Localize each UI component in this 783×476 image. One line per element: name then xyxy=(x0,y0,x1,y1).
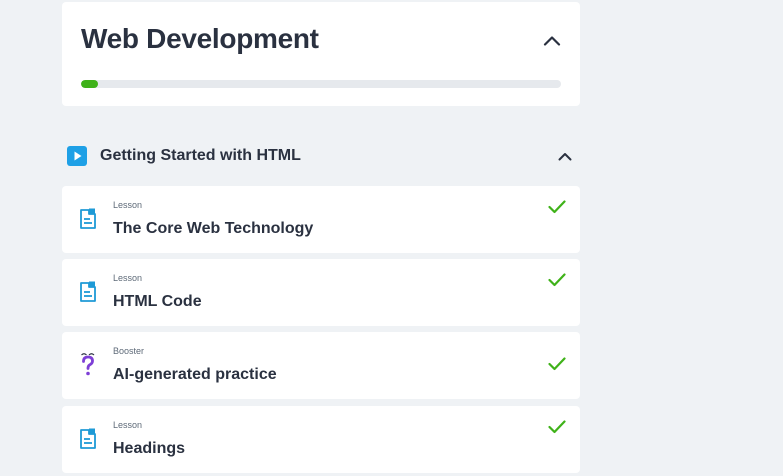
document-icon xyxy=(80,208,96,229)
course-title: Web Development xyxy=(81,23,319,54)
booster-item[interactable]: Booster AI-generated practice xyxy=(62,332,580,399)
check-icon xyxy=(548,200,566,214)
document-icon xyxy=(80,281,96,302)
play-square-icon xyxy=(67,146,87,166)
section-header[interactable]: Getting Started with HTML xyxy=(62,140,580,172)
section-collapse-button[interactable] xyxy=(554,146,576,166)
item-type-label: Lesson xyxy=(113,420,143,430)
course-progress-fill xyxy=(81,80,98,88)
question-mark-icon xyxy=(81,353,95,376)
lesson-item[interactable]: Lesson The Core Web Technology xyxy=(62,186,580,253)
item-type-label: Lesson xyxy=(113,200,143,210)
check-icon xyxy=(548,357,566,371)
lesson-item[interactable]: Lesson HTML Code xyxy=(62,259,580,326)
item-title: AI-generated practice xyxy=(113,366,277,383)
item-title: Headings xyxy=(113,440,186,457)
chevron-up-icon xyxy=(543,35,561,46)
item-type-label: Lesson xyxy=(113,273,143,283)
course-collapse-button[interactable] xyxy=(540,30,564,50)
check-icon xyxy=(548,273,566,287)
course-progress-bar xyxy=(81,80,561,88)
chevron-up-icon xyxy=(558,152,572,160)
section-title: Getting Started with HTML xyxy=(100,147,301,164)
course-card: Web Development xyxy=(62,2,580,106)
check-icon xyxy=(548,420,566,434)
document-icon xyxy=(80,428,96,449)
item-title: HTML Code xyxy=(113,293,202,310)
lesson-item[interactable]: Lesson Headings xyxy=(62,406,580,473)
item-type-label: Booster xyxy=(113,346,145,356)
item-title: The Core Web Technology xyxy=(113,220,314,237)
